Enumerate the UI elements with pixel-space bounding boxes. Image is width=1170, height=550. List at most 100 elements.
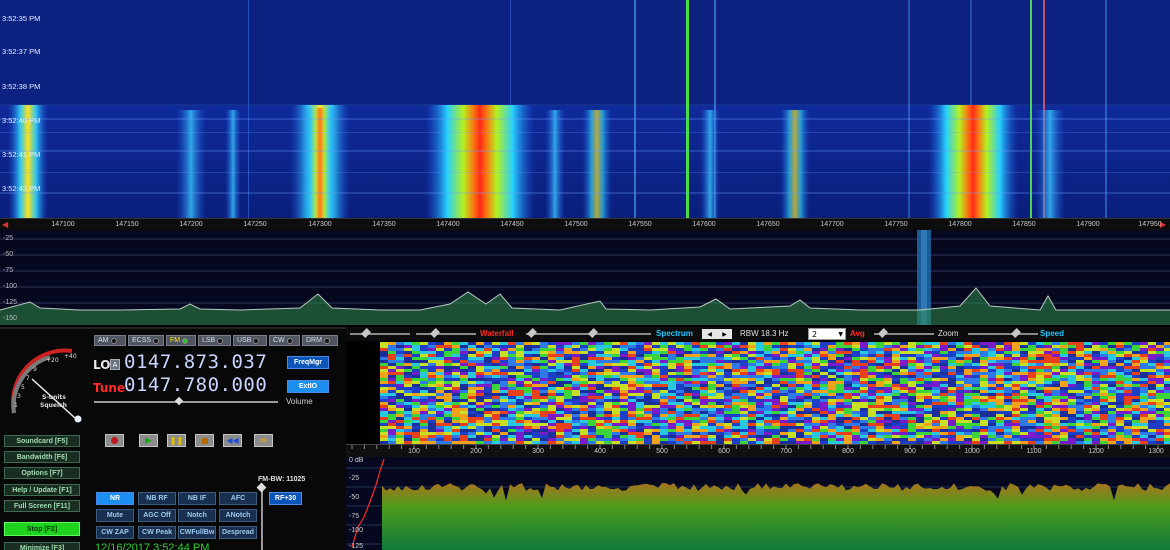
anotch-button[interactable]: ANotch: [219, 509, 257, 522]
speed-slider[interactable]: [968, 333, 1038, 335]
smeter-scale-label: 7: [26, 375, 30, 382]
pause-button[interactable]: ❚❚: [167, 434, 186, 447]
tune-frequency-display[interactable]: 0147.780.000: [124, 374, 267, 396]
audio-tick: 300: [532, 448, 544, 455]
nb-if-button[interactable]: NB IF: [178, 492, 216, 505]
mode-label: DRM: [306, 337, 322, 344]
smeter-scale-label: +20: [46, 357, 59, 364]
display-toolbar: Waterfall Spectrum ◀ ▶ RBW 18.3 Hz 2 ▼ Avg…: [346, 327, 1170, 341]
audio-waterfall[interactable]: [346, 342, 1170, 444]
audio-tick: 700: [780, 448, 792, 455]
avg-select[interactable]: 2 ▼: [808, 328, 846, 340]
extio-button[interactable]: ExtIO: [287, 380, 329, 393]
audio-db-label: -25: [349, 475, 360, 482]
mode-label: ECSS: [132, 337, 152, 344]
soundcard-button[interactable]: Soundcard [F5]: [4, 435, 80, 447]
audio-spectrum[interactable]: 0 dB -25 -50 -75 -100 -125: [346, 457, 1170, 550]
waterfall-label: Waterfall: [480, 329, 514, 338]
slider-thumb[interactable]: [430, 328, 440, 338]
rf-gain-button[interactable]: RF+30: [269, 492, 302, 505]
volume-slider[interactable]: [94, 401, 278, 403]
rbw-decrease-icon[interactable]: ◀: [707, 331, 712, 338]
cw-zap-button[interactable]: CW ZAP: [96, 526, 134, 539]
mode-drm-button[interactable]: DRM: [302, 335, 338, 346]
slider-thumb[interactable]: [527, 328, 537, 338]
timestamp-label: 3:52:37 PM: [2, 47, 41, 56]
audio-db-label: 0 dB: [349, 457, 364, 464]
avg-label: Avg: [850, 329, 865, 338]
lo-lock-icon[interactable]: A: [110, 359, 120, 370]
slider-thumb[interactable]: [1011, 328, 1021, 338]
mode-fm-button[interactable]: FM: [166, 335, 196, 346]
help-update-button[interactable]: Help / Update [F1]: [4, 484, 80, 496]
zoom-label: Zoom: [938, 329, 959, 338]
freq-tick: 147500: [564, 221, 588, 228]
nr-button[interactable]: NR: [96, 492, 134, 505]
stop-icon: [201, 437, 208, 444]
mode-label: USB: [237, 337, 252, 344]
freq-tick: 147200: [179, 221, 203, 228]
rf-spectrum[interactable]: -25 -50 -75 -100 -125 -150: [0, 230, 1170, 325]
mode-lsb-button[interactable]: LSB: [198, 335, 231, 346]
waterfall-brightness-slider[interactable]: [416, 333, 476, 335]
audio-tick: 800: [842, 448, 854, 455]
freq-tick: 147850: [1012, 221, 1036, 228]
audio-tick: 500: [656, 448, 668, 455]
rewind-button[interactable]: ◀◀: [223, 434, 242, 447]
freq-tick: 147800: [948, 221, 972, 228]
mode-am-button[interactable]: AM: [94, 335, 126, 346]
freqmgr-button[interactable]: FreqMgr: [287, 356, 329, 369]
db-label: -100: [3, 283, 18, 290]
freq-tick: 147350: [372, 221, 396, 228]
record-button[interactable]: [105, 434, 124, 447]
db-label: -75: [3, 267, 14, 274]
rbw-stepper[interactable]: ◀ ▶: [702, 329, 732, 339]
mode-led-icon: [110, 337, 117, 344]
mode-led-icon: [153, 337, 160, 344]
stop-button[interactable]: Stop [F2]: [4, 522, 80, 536]
notch-button[interactable]: Notch: [178, 509, 216, 522]
timestamp-label: 3:52:41 PM: [2, 150, 41, 159]
freq-tick: 147300: [308, 221, 332, 228]
lo-frequency-display[interactable]: 0147.873.037: [124, 351, 267, 373]
freq-tick: 147900: [1076, 221, 1100, 228]
mode-ecss-button[interactable]: ECSS: [128, 335, 164, 346]
afc-button[interactable]: AFC: [219, 492, 257, 505]
full-screen-button[interactable]: Full Screen [F11]: [4, 500, 80, 512]
agc-off-button[interactable]: AGC Off: [138, 509, 176, 522]
fm-bw-slider-thumb[interactable]: [256, 482, 267, 493]
scroll-left-icon[interactable]: ◀: [2, 220, 8, 229]
smeter-scale-label: +40: [64, 353, 77, 360]
fm-bw-slider[interactable]: [261, 487, 263, 550]
audio-db-label: -100: [349, 527, 364, 534]
mute-button[interactable]: Mute: [96, 509, 134, 522]
main-waterfall[interactable]: 3:52:35 PM 3:52:37 PM 3:52:38 PM 3:52:40…: [0, 0, 1170, 218]
cw-fullbw-button[interactable]: CWFullBw: [178, 526, 216, 539]
datetime-display: 12/16/2017 3:52:44 PM: [95, 542, 210, 550]
minimize-button[interactable]: Minimize [F3]: [4, 542, 80, 550]
freq-tick: 147600: [692, 221, 716, 228]
fm-bw-label: FM-BW: 11025: [258, 476, 306, 483]
waterfall-contrast-slider[interactable]: [350, 333, 410, 335]
rbw-increase-icon[interactable]: ▶: [722, 331, 727, 338]
frequency-ruler[interactable]: ◀ ▶ 147100 147150 147200 147250 147300 1…: [0, 218, 1170, 230]
mode-led-icon: [217, 337, 224, 344]
mode-label: CW: [273, 337, 285, 344]
nb-rf-button[interactable]: NB RF: [138, 492, 176, 505]
play-button[interactable]: ▶: [139, 434, 158, 447]
loop-button[interactable]: ∞: [254, 434, 273, 447]
mode-usb-button[interactable]: USB: [233, 335, 267, 346]
volume-slider-thumb[interactable]: [174, 396, 184, 406]
cw-peak-button[interactable]: CW Peak: [138, 526, 176, 539]
mode-cw-button[interactable]: CW: [269, 335, 300, 346]
db-label: -125: [3, 299, 18, 306]
squelch-caption: Squelch: [40, 402, 67, 409]
stop-record-button[interactable]: [195, 434, 214, 447]
bandwidth-button[interactable]: Bandwidth [F6]: [4, 451, 80, 463]
slider-thumb[interactable]: [361, 328, 371, 338]
slider-thumb[interactable]: [878, 328, 888, 338]
slider-thumb[interactable]: [588, 328, 598, 338]
despread-button[interactable]: Despread: [219, 526, 257, 539]
audio-tick: 1200: [1088, 448, 1104, 455]
options-button[interactable]: Options [F7]: [4, 467, 80, 479]
